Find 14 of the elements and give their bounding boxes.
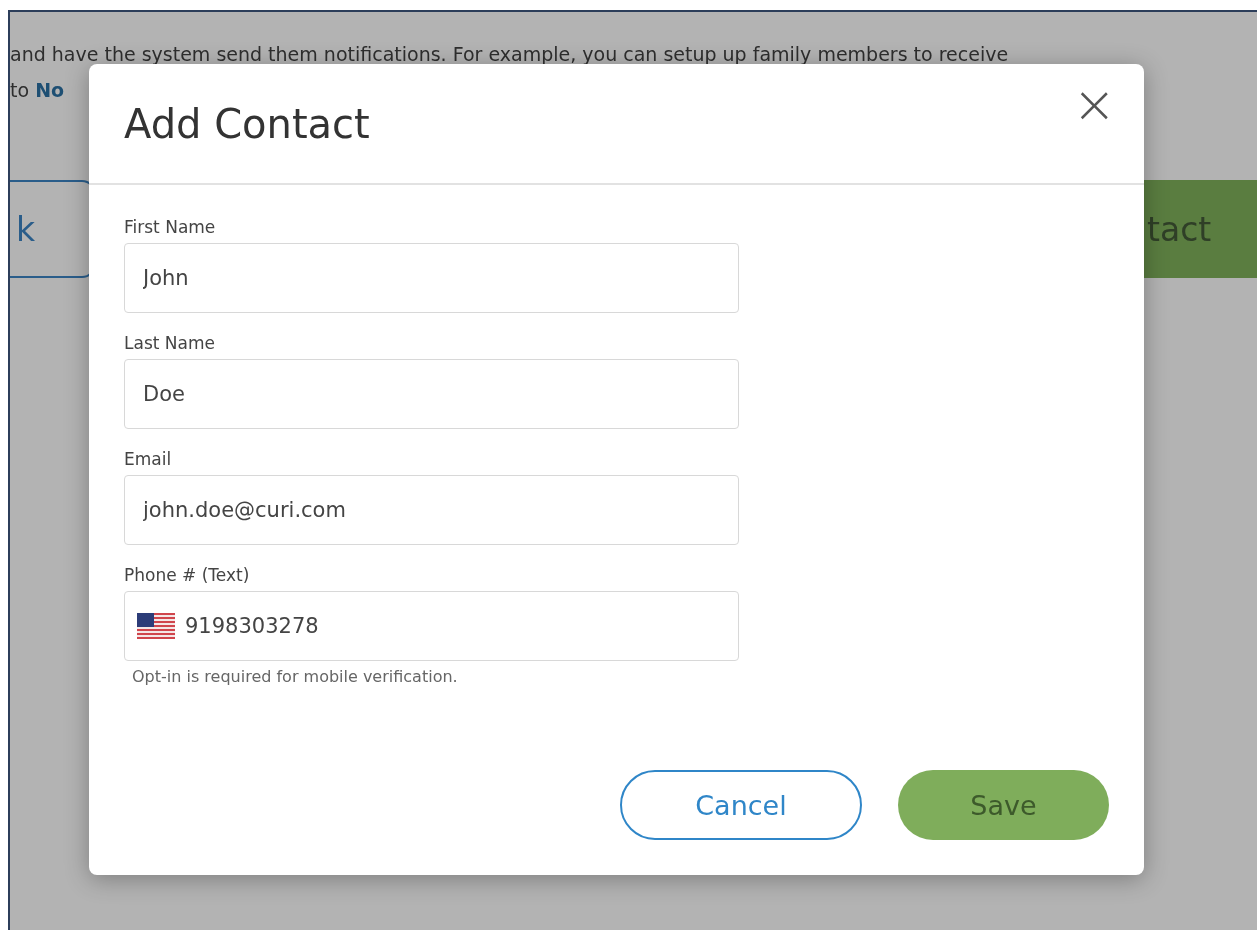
input-field[interactable]: Doe (124, 359, 739, 429)
intro-text: and have the system send them notifications. For example, you can setup up family members to receive (10, 42, 1010, 67)
hint-text: Opt-in is required for mobile verification. (132, 667, 459, 686)
close-button[interactable]: × (1068, 78, 1120, 130)
input-field[interactable]: john.doe@curi.com (124, 475, 739, 545)
dialog-title: Add Contact (124, 100, 370, 147)
us-flag-icon (137, 613, 175, 639)
field-label: First Name (124, 217, 217, 237)
field-label: Last Name (124, 333, 216, 353)
field-label: Email (124, 449, 173, 469)
cancel-button[interactable]: Cancel (620, 770, 862, 840)
phone-field[interactable]: 9198303278 (124, 591, 739, 661)
field-label: Phone # (Text) (124, 565, 251, 585)
intro-text: to No (10, 78, 66, 103)
